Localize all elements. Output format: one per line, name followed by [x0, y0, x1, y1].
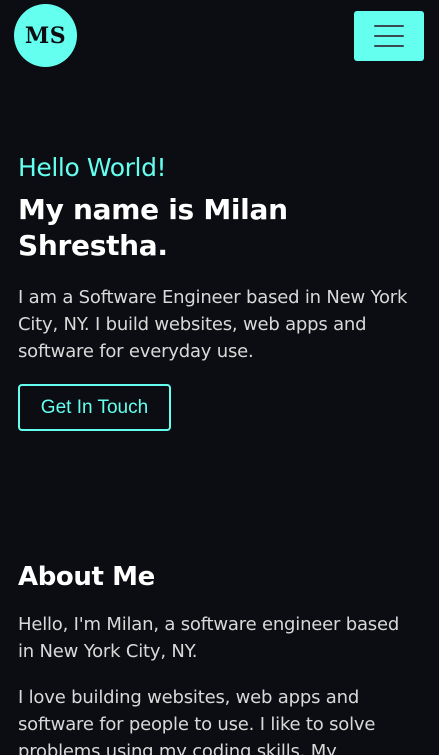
get-in-touch-button[interactable]: Get In Touch: [18, 384, 171, 431]
hero-intro: I am a Software Engineer based in New Yo…: [18, 287, 408, 362]
menu-bar: [374, 25, 404, 27]
about-paragraph-2: I love building websites, web apps and s…: [18, 687, 376, 755]
about-title: About Me: [18, 562, 155, 592]
menu-bar: [374, 45, 404, 47]
hamburger-menu-icon[interactable]: [354, 11, 424, 61]
menu-bar: [374, 35, 404, 37]
about-paragraph-1: Hello, I'm Milan, a software engineer ba…: [18, 614, 400, 662]
logo[interactable]: MS: [14, 4, 77, 67]
hero-greeting: Hello World!: [18, 153, 167, 182]
hero-name: My name is Milan Shrestha.: [18, 193, 288, 262]
logo-text: MS: [24, 22, 67, 49]
